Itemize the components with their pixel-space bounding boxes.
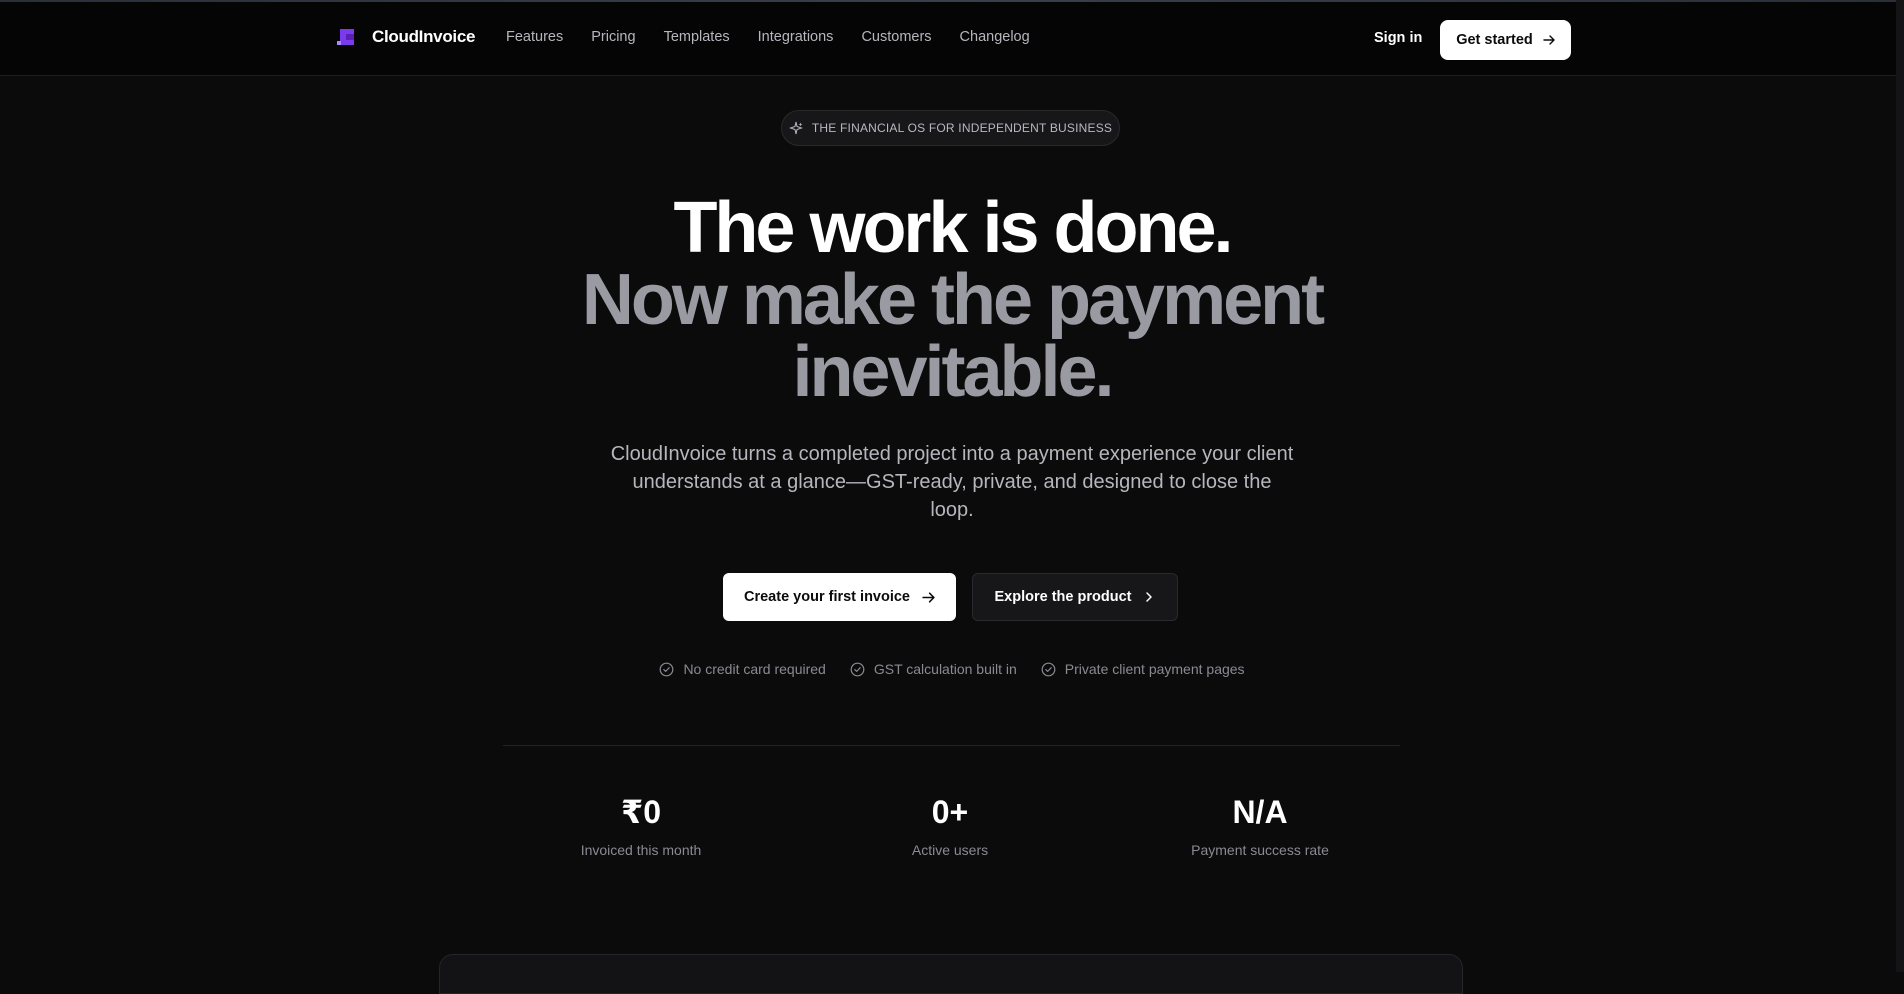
hero-badge: THE FINANCIAL OS FOR INDEPENDENT BUSINES… <box>781 110 1120 146</box>
check-circle-icon <box>850 662 865 676</box>
stat-value: N/A <box>1232 794 1288 830</box>
check-label: No credit card required <box>683 661 826 677</box>
arrow-right-icon <box>1543 35 1555 45</box>
feature-checks: No credit card required GST calculation … <box>0 661 1904 677</box>
site-header: CloudInvoice Features Pricing Templates … <box>0 2 1896 76</box>
explore-product-label: Explore the product <box>994 589 1132 605</box>
nav-changelog[interactable]: Changelog <box>960 29 1030 45</box>
scrollbar[interactable] <box>1896 0 1904 972</box>
brand-name: CloudInvoice <box>372 27 476 46</box>
create-invoice-button[interactable]: Create your first invoice <box>723 573 956 621</box>
stat-label: Invoiced this month <box>580 842 702 858</box>
check-label: Private client payment pages <box>1064 661 1245 677</box>
nav-customers[interactable]: Customers <box>861 29 931 45</box>
cloudinvoice-logo-icon <box>337 29 354 45</box>
nav-templates[interactable]: Templates <box>664 29 730 45</box>
check-item: GST calculation built in <box>850 661 1017 677</box>
brand-logo-link[interactable]: CloudInvoice <box>336 26 475 48</box>
stat-payment-success: N/A Payment success rate <box>1130 792 1390 858</box>
chevron-right-icon <box>1146 592 1153 602</box>
stat-value: 0+ <box>931 794 969 830</box>
nav-pricing[interactable]: Pricing <box>591 29 635 45</box>
stat-label: Active users <box>911 842 989 858</box>
explore-product-button[interactable]: Explore the product <box>972 573 1178 621</box>
badge-text: THE FINANCIAL OS FOR INDEPENDENT BUSINES… <box>811 121 1113 135</box>
check-circle-icon <box>1041 662 1056 676</box>
product-preview-panel <box>439 954 1463 994</box>
stats-divider <box>503 745 1400 746</box>
hero-subtitle: CloudInvoice turns a completed project i… <box>610 443 1294 521</box>
get-started-button[interactable]: Get started <box>1440 20 1571 60</box>
headline-line-3: inevitable. <box>792 332 1114 412</box>
check-item: Private client payment pages <box>1041 661 1245 677</box>
create-invoice-label: Create your first invoice <box>744 589 910 605</box>
sign-in-link[interactable]: Sign in <box>1374 30 1422 46</box>
stat-active-users: 0+ Active users <box>820 792 1080 858</box>
nav-integrations[interactable]: Integrations <box>758 29 834 45</box>
main-nav: Features Pricing Templates Integrations … <box>506 29 1030 45</box>
get-started-label: Get started <box>1456 32 1533 48</box>
stat-value: ₹0 <box>620 794 662 830</box>
check-item: No credit card required <box>659 661 826 677</box>
sparkle-icon <box>788 121 803 135</box>
arrow-right-icon <box>922 591 935 603</box>
check-circle-icon <box>660 662 674 676</box>
nav-features[interactable]: Features <box>506 29 563 45</box>
stat-invoiced: ₹0 Invoiced this month <box>511 792 771 858</box>
check-label: GST calculation built in <box>873 661 1017 677</box>
stat-label: Payment success rate <box>1191 842 1329 858</box>
